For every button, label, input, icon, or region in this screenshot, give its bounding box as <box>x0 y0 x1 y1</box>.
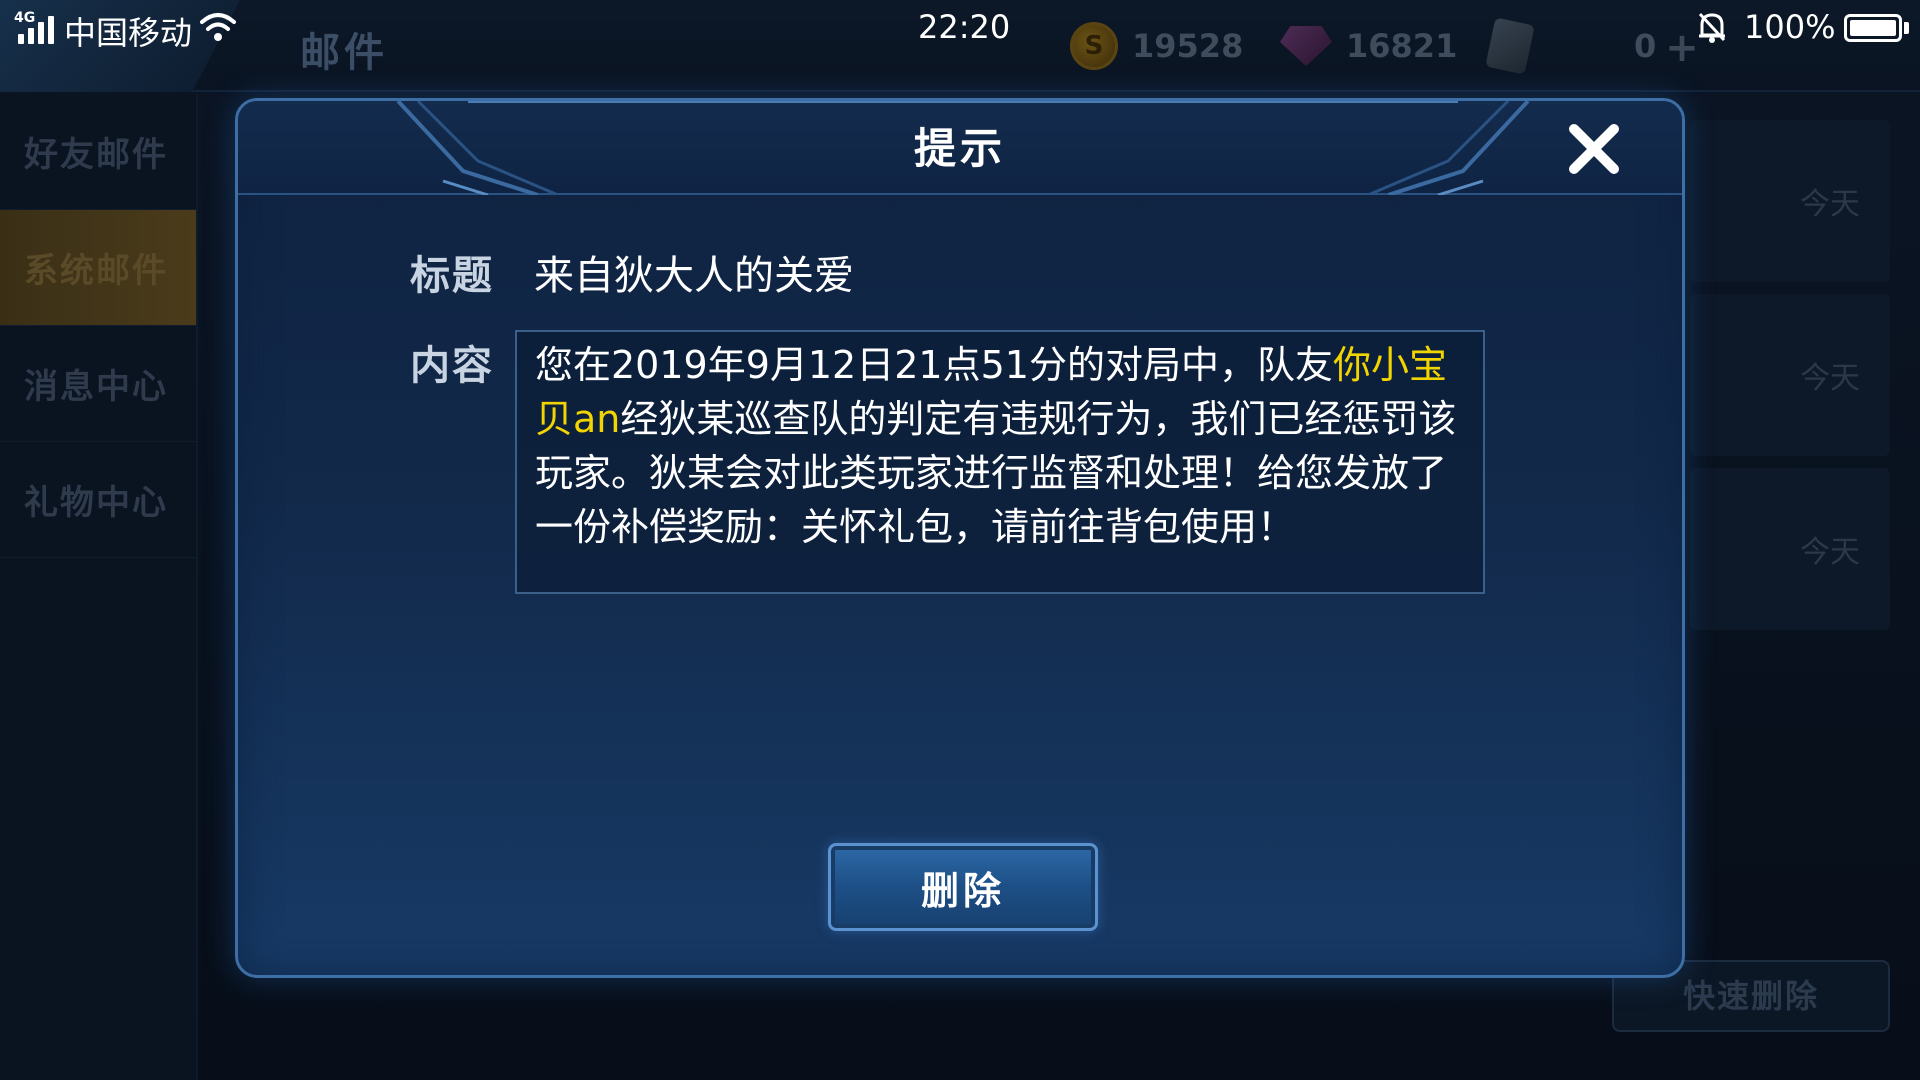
mail-date: 今天 <box>1800 361 1860 396</box>
list-item[interactable]: 今天 <box>1690 294 1890 456</box>
sidebar-item-system-mail[interactable]: 系统邮件 <box>0 210 196 326</box>
content-label: 内容 <box>410 343 494 389</box>
mail-content-box: 您在2019年9月12日21点51分的对局中，队友你小宝贝an经狄某巡查队的判定… <box>515 330 1485 594</box>
content-text-before: 您在2019年9月12日21点51分的对局中，队友 <box>535 343 1333 387</box>
mail-date: 今天 <box>1800 535 1860 570</box>
battery-icon <box>1844 14 1902 42</box>
network-type: 4G <box>14 10 36 26</box>
status-bar: 4G 中国移动 22:20 100% <box>0 0 1920 58</box>
list-item[interactable]: 今天 <box>1690 468 1890 630</box>
sidebar-item-gift-center[interactable]: 礼物中心 <box>0 442 196 558</box>
signal-icon: 4G <box>14 10 58 44</box>
clock: 22:20 <box>918 8 1011 46</box>
mail-date: 今天 <box>1800 187 1860 222</box>
mail-sidebar: 好友邮件 系统邮件 消息中心 礼物中心 <box>0 94 198 1080</box>
content-text-after: 经狄某巡查队的判定有违规行为，我们已经惩罚该玩家。狄某会对此类玩家进行监督和处理… <box>535 397 1457 549</box>
notice-dialog: 提示 标题 来自狄大人的关爱 内容 您在2019年9月12日21点51分的对局中… <box>235 98 1685 978</box>
delete-button[interactable]: 删除 <box>828 843 1098 931</box>
wifi-icon <box>200 13 236 41</box>
sidebar-item-friend-mail[interactable]: 好友邮件 <box>0 94 196 210</box>
mail-title: 来自狄大人的关爱 <box>534 253 854 299</box>
close-icon[interactable] <box>1564 119 1624 179</box>
bell-icon <box>1698 12 1726 43</box>
list-item[interactable]: 今天 <box>1690 120 1890 282</box>
sidebar-item-message-center[interactable]: 消息中心 <box>0 326 196 442</box>
battery-tip <box>1904 22 1909 34</box>
title-label: 标题 <box>410 253 494 299</box>
carrier-name: 中国移动 <box>64 14 193 52</box>
dialog-title: 提示 <box>913 124 1006 173</box>
dialog-header: 提示 <box>238 101 1682 195</box>
mail-content: 您在2019年9月12日21点51分的对局中，队友你小宝贝an经狄某巡查队的判定… <box>535 338 1465 554</box>
delete-button-label: 删除 <box>920 868 1005 913</box>
mail-list: 今天 今天 今天 <box>1690 120 1890 642</box>
battery-percent: 100% <box>1744 8 1836 46</box>
